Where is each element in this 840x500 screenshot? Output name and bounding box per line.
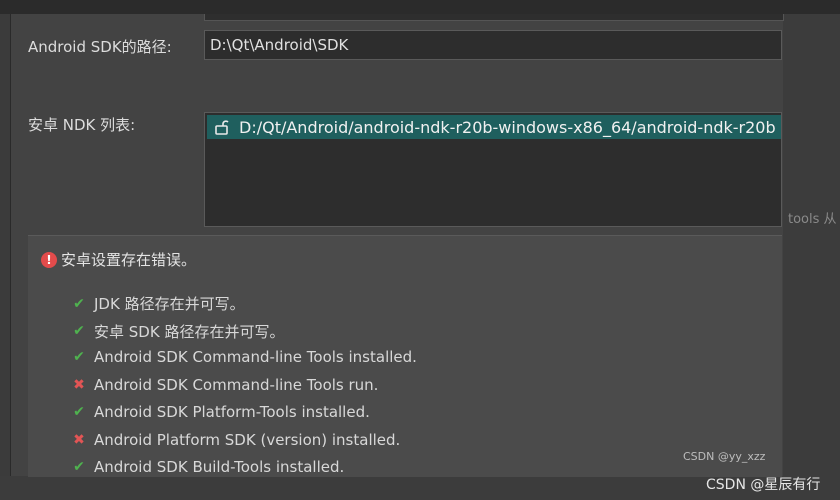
window-top-band <box>0 0 840 14</box>
ndk-path-text: D:/Qt/Android/android-ndk-r20b-windows-x… <box>239 117 776 137</box>
check-row: ✔ 安卓 SDK 路径存在并可写。 <box>72 321 284 342</box>
check-row: ✔ Android SDK Command-line Tools installe… <box>72 348 417 366</box>
checkmark-icon: ✔ <box>73 404 85 420</box>
watermark-large: CSDN @星辰有行 <box>706 477 821 493</box>
checkmark-icon: ✔ <box>73 459 85 475</box>
sdk-path-label: Android SDK的路径: <box>28 38 172 56</box>
error-header: ! 安卓设置存在错误。 <box>41 249 196 270</box>
sdk-path-field[interactable]: D:\Qt\Android\SDK <box>204 30 782 60</box>
check-row: ✖ Android SDK Command-line Tools run. <box>72 376 378 394</box>
check-text: Android SDK Build-Tools installed. <box>94 458 345 476</box>
check-row: ✖ Android Platform SDK (version) installe… <box>72 431 400 449</box>
checkmark-icon: ✔ <box>73 323 85 339</box>
watermark-small: CSDN @yy_xzz <box>683 450 766 463</box>
ndk-list-label: 安卓 NDK 列表: <box>28 116 136 134</box>
check-text: JDK 路径存在并可写。 <box>94 295 245 313</box>
background-text: tools 从 <box>788 212 837 227</box>
check-text: Android SDK Command-line Tools installed… <box>94 348 417 366</box>
cross-icon: ✖ <box>73 431 85 448</box>
check-row: ✔ Android SDK Build-Tools installed. <box>72 458 344 476</box>
check-text: Android SDK Platform-Tools installed. <box>94 403 370 421</box>
error-icon: ! <box>41 251 57 268</box>
previous-field[interactable] <box>204 14 784 21</box>
checkmark-icon: ✔ <box>73 349 85 365</box>
error-title: 安卓设置存在错误。 <box>61 251 197 269</box>
check-text: Android Platform SDK (version) installed… <box>94 430 401 449</box>
validation-error-box: ! 安卓设置存在错误。 ✔ JDK 路径存在并可写。 ✔ 安卓 SDK 路径存在并可写… <box>28 235 782 477</box>
check-row: ✔ Android SDK Platform-Tools installed. <box>72 403 370 421</box>
background-window-right <box>782 14 840 500</box>
unlock-icon <box>215 120 229 135</box>
check-text: Android SDK Command-line Tools run. <box>94 375 379 394</box>
checkmark-icon: ✔ <box>73 295 85 312</box>
ndk-list-item[interactable]: D:/Qt/Android/android-ndk-r20b-windows-x… <box>207 115 781 139</box>
ndk-list[interactable]: D:/Qt/Android/android-ndk-r20b-windows-x… <box>204 112 782 227</box>
cross-icon: ✖ <box>73 376 85 393</box>
check-text: 安卓 SDK 路径存在并可写。 <box>94 322 285 341</box>
check-row: ✔ JDK 路径存在并可写。 <box>72 293 245 314</box>
